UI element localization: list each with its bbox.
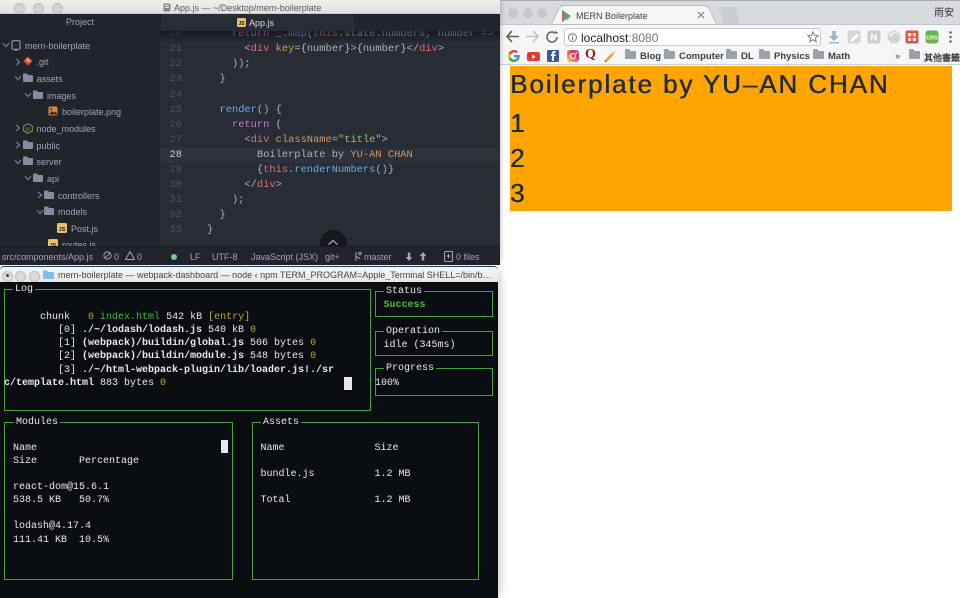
svg-text:CRS: CRS <box>926 36 938 42</box>
svg-text:JS: JS <box>238 21 245 27</box>
svg-text:N: N <box>870 33 877 44</box>
svg-text:JS: JS <box>59 227 66 233</box>
svg-text:js: js <box>25 126 30 132</box>
